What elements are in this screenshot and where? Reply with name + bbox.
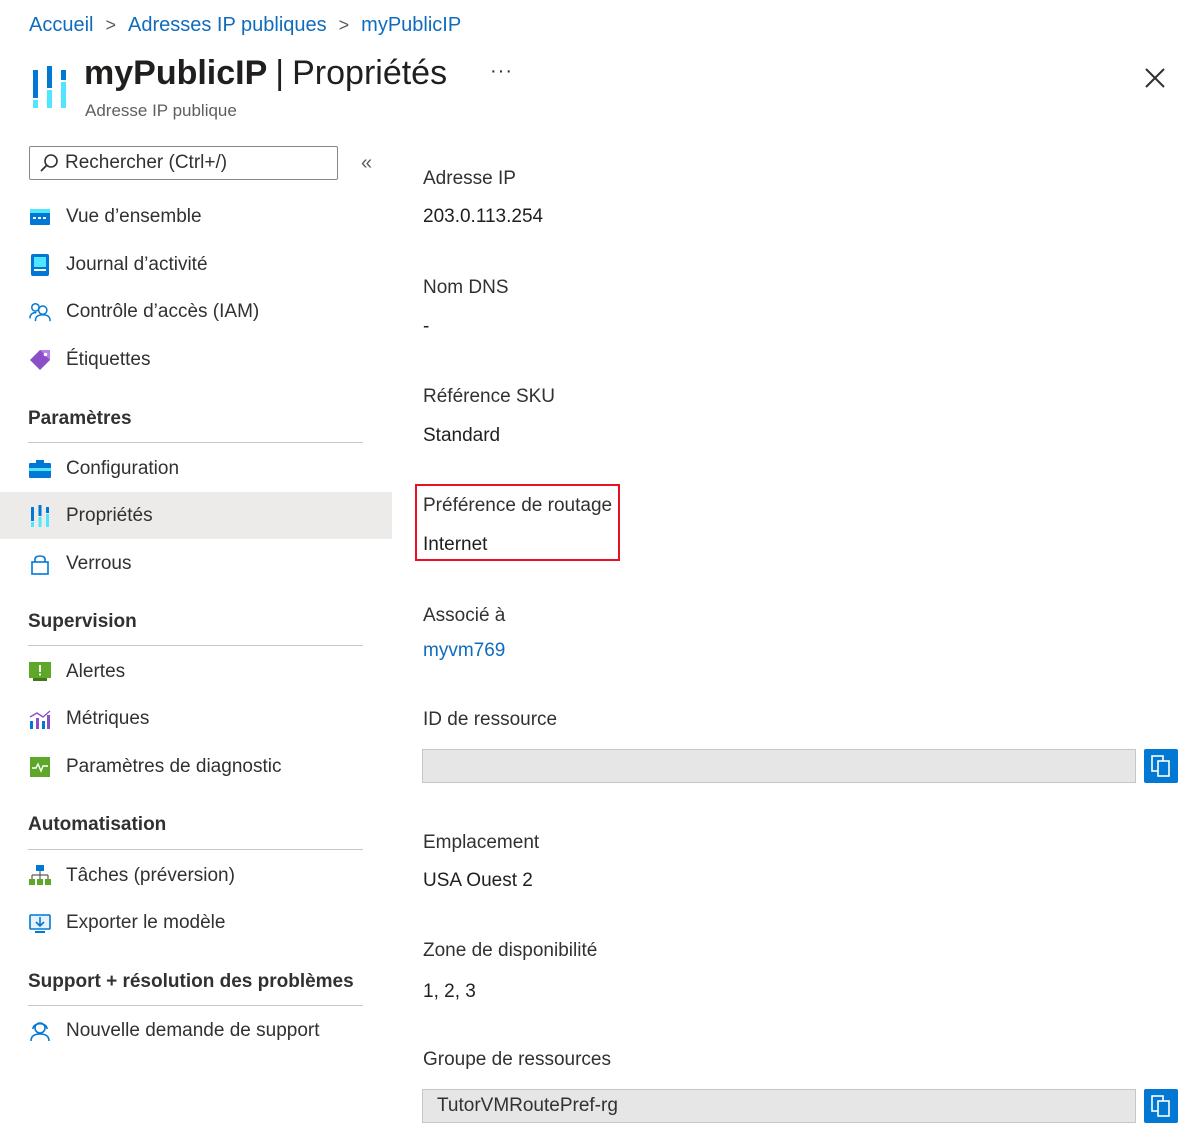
properties-icon — [29, 504, 51, 527]
section-divider — [28, 1005, 363, 1006]
search-icon — [40, 154, 58, 172]
nav-item-alerts[interactable]: Alertes — [0, 648, 392, 695]
copy-resource-group-button[interactable] — [1144, 1089, 1178, 1123]
nav-item-label: Vue d’ensemble — [66, 205, 202, 227]
collapse-menu-button[interactable]: « — [361, 152, 372, 175]
title-separator: | — [275, 54, 285, 92]
nav-item-new-support-request[interactable]: Nouvelle demande de support — [0, 1007, 392, 1054]
ip-address-label: Adresse IP — [423, 168, 516, 189]
routing-preference-label: Préférence de routage — [423, 495, 613, 516]
nav-item-tags[interactable]: Étiquettes — [0, 336, 392, 383]
nav-item-label: Alertes — [66, 660, 126, 682]
nav-item-locks[interactable]: Verrous — [0, 540, 392, 587]
sku-value: Standard — [423, 425, 501, 446]
nav-item-properties[interactable]: Propriétés — [0, 492, 392, 539]
activity-log-icon — [29, 253, 51, 276]
nav-item-label: Métriques — [66, 707, 150, 729]
tag-icon — [29, 349, 51, 371]
section-automation-title: Automatisation — [28, 814, 167, 835]
nav-item-label: Étiquettes — [66, 348, 151, 370]
routing-preference-value: Internet — [423, 534, 488, 555]
alert-icon — [29, 661, 51, 683]
overview-icon — [29, 206, 51, 228]
resource-id-field[interactable] — [422, 749, 1136, 783]
nav-item-activity-log[interactable]: Journal d’activité — [0, 241, 392, 288]
nav-item-metrics[interactable]: Métriques — [0, 695, 392, 742]
sku-label: Référence SKU — [423, 386, 556, 407]
section-monitoring-title: Supervision — [28, 611, 137, 632]
tasks-icon — [29, 864, 51, 887]
nav-item-configuration[interactable]: Configuration — [0, 445, 392, 492]
support-icon — [29, 1020, 51, 1042]
dns-name-value: - — [423, 316, 430, 337]
nav-item-export-template[interactable]: Exporter le modèle — [0, 899, 392, 946]
associated-to-label: Associé à — [423, 605, 506, 626]
breadcrumb: Accueil > Adresses IP publiques > myPubl… — [29, 14, 461, 37]
breadcrumb-public-ips[interactable]: Adresses IP publiques — [128, 14, 327, 37]
resource-group-label: Groupe de ressources — [423, 1049, 611, 1070]
configuration-icon — [29, 458, 51, 480]
resource-id-label: ID de ressource — [423, 709, 558, 730]
nav-item-label: Exporter le modèle — [66, 911, 226, 933]
nav-item-label: Propriétés — [66, 504, 153, 526]
section-divider — [28, 442, 363, 443]
nav-item-overview[interactable]: Vue d’ensemble — [0, 193, 392, 240]
nav-item-label: Journal d’activité — [66, 253, 208, 275]
export-icon — [29, 912, 51, 934]
nav-item-diagnostic-settings[interactable]: Paramètres de diagnostic — [0, 743, 392, 790]
resource-type: Adresse IP publique — [85, 101, 237, 120]
close-icon[interactable] — [1141, 64, 1169, 92]
search-box[interactable] — [29, 146, 338, 180]
nav-item-label: Verrous — [66, 552, 132, 574]
availability-zone-value: 1, 2, 3 — [423, 981, 476, 1002]
copy-icon — [1151, 1095, 1170, 1117]
nav-item-label: Nouvelle demande de support — [66, 1019, 320, 1041]
page-title: myPublicIP | Propriétés — [84, 54, 447, 93]
associated-resource-link[interactable]: myvm769 — [423, 640, 505, 662]
section-settings-title: Paramètres — [28, 408, 132, 429]
breadcrumb-separator: > — [105, 15, 116, 35]
lock-icon — [29, 553, 51, 575]
copy-icon — [1151, 755, 1170, 777]
resource-name: myPublicIP — [84, 54, 268, 92]
more-options-button[interactable]: ··· — [490, 60, 513, 83]
section-divider — [28, 645, 363, 646]
page-name: Propriétés — [292, 54, 448, 92]
dns-name-label: Nom DNS — [423, 277, 509, 298]
people-icon — [29, 301, 51, 323]
nav-item-label: Paramètres de diagnostic — [66, 755, 282, 777]
breadcrumb-separator: > — [338, 15, 350, 35]
copy-resource-id-button[interactable] — [1144, 749, 1178, 783]
nav-item-label: Configuration — [66, 457, 180, 479]
nav-item-tasks[interactable]: Tâches (préversion) — [0, 852, 392, 899]
section-divider — [28, 849, 363, 850]
metrics-icon — [29, 708, 51, 730]
section-support-title: Support + résolution des problèmes — [28, 971, 354, 992]
search-input[interactable] — [65, 152, 325, 174]
location-value: USA Ouest 2 — [423, 870, 533, 891]
resource-group-field[interactable]: TutorVMRoutePref-rg — [422, 1089, 1136, 1123]
location-label: Emplacement — [423, 832, 540, 853]
breadcrumb-home[interactable]: Accueil — [29, 14, 93, 37]
ip-address-value: 203.0.113.254 — [423, 206, 544, 227]
nav-item-label: Tâches (préversion) — [66, 864, 235, 886]
diagnostic-icon — [29, 756, 51, 778]
nav-item-label: Contrôle d’accès (IAM) — [66, 300, 260, 322]
availability-zone-label: Zone de disponibilité — [423, 940, 598, 961]
properties-icon — [33, 66, 66, 108]
nav-item-access-control[interactable]: Contrôle d’accès (IAM) — [0, 288, 392, 335]
breadcrumb-current[interactable]: myPublicIP — [361, 14, 461, 37]
